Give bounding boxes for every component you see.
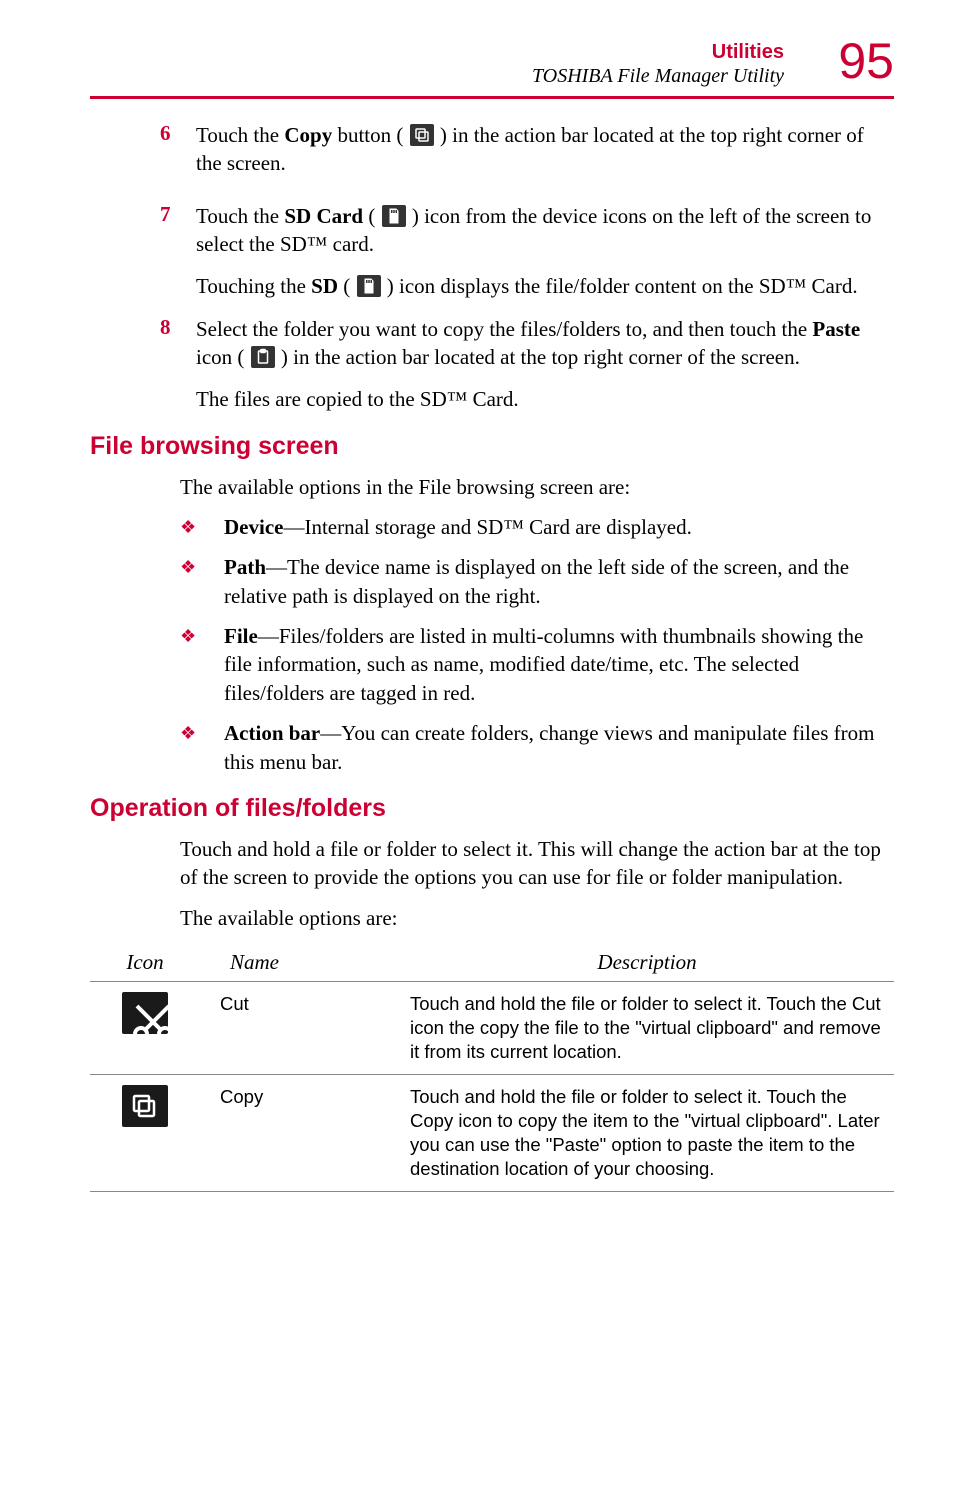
th-desc: Description <box>400 944 894 982</box>
bullet-item: ❖Device—Internal storage and SD™ Card ar… <box>180 513 894 541</box>
step-number: 6 <box>160 121 196 188</box>
section-heading-operation: Operation of files/folders <box>90 794 894 823</box>
step-body: Touch the Copy button ( ) in the action … <box>196 121 894 188</box>
section-heading-file-browsing: File browsing screen <box>90 432 894 461</box>
diamond-icon: ❖ <box>180 719 224 776</box>
bullet-text: Action bar—You can create folders, chang… <box>224 719 894 776</box>
row-desc: Touch and hold the file or folder to sel… <box>400 981 894 1074</box>
row-desc: Touch and hold the file or folder to sel… <box>400 1075 894 1192</box>
table-row: CutTouch and hold the file or folder to … <box>90 981 894 1074</box>
section1-intro: The available options in the File browsi… <box>180 473 894 501</box>
section2-intro: The available options are: <box>180 904 894 932</box>
bullet-item: ❖Action bar—You can create folders, chan… <box>180 719 894 776</box>
step-body: Select the folder you want to copy the f… <box>196 315 894 382</box>
th-icon: Icon <box>90 944 200 982</box>
row-icon-cell <box>90 981 200 1074</box>
bullet-item: ❖File—Files/folders are listed in multi-… <box>180 622 894 707</box>
diamond-icon: ❖ <box>180 513 224 541</box>
header-rule <box>90 96 894 99</box>
sd-icon <box>357 275 381 297</box>
step-number: 8 <box>160 315 196 382</box>
bullet-item: ❖Path—The device name is displayed on th… <box>180 553 894 610</box>
options-table: Icon Name Description CutTouch and hold … <box>90 944 894 1192</box>
step-after: Touching the SD ( ) icon displays the fi… <box>196 272 894 300</box>
page-header: Utilities TOSHIBA File Manager Utility 9… <box>90 40 894 88</box>
step-body: Touch the SD Card ( ) icon from the devi… <box>196 202 894 269</box>
paste-icon <box>251 346 275 368</box>
copy-icon <box>410 124 434 146</box>
bullet-text: File—Files/folders are listed in multi-c… <box>224 622 894 707</box>
header-subtitle: TOSHIBA File Manager Utility <box>90 64 784 88</box>
row-name: Copy <box>200 1075 400 1192</box>
section1-bullets: ❖Device—Internal storage and SD™ Card ar… <box>180 513 894 776</box>
table-row: CopyTouch and hold the file or folder to… <box>90 1075 894 1192</box>
step-after: The files are copied to the SD™ Card. <box>196 385 894 413</box>
row-name: Cut <box>200 981 400 1074</box>
header-title: Utilities <box>90 40 784 64</box>
steps-list: 6Touch the Copy button ( ) in the action… <box>90 121 894 414</box>
bullet-text: Path—The device name is displayed on the… <box>224 553 894 610</box>
copy-icon <box>122 1085 168 1127</box>
diamond-icon: ❖ <box>180 553 224 610</box>
section2-para: Touch and hold a file or folder to selec… <box>180 835 894 892</box>
row-icon-cell <box>90 1075 200 1192</box>
sd-icon <box>382 205 406 227</box>
step-number: 7 <box>160 202 196 269</box>
cut-icon <box>122 992 168 1034</box>
diamond-icon: ❖ <box>180 622 224 707</box>
bullet-text: Device—Internal storage and SD™ Card are… <box>224 513 894 541</box>
th-name: Name <box>200 944 400 982</box>
page-number: 95 <box>838 36 894 86</box>
